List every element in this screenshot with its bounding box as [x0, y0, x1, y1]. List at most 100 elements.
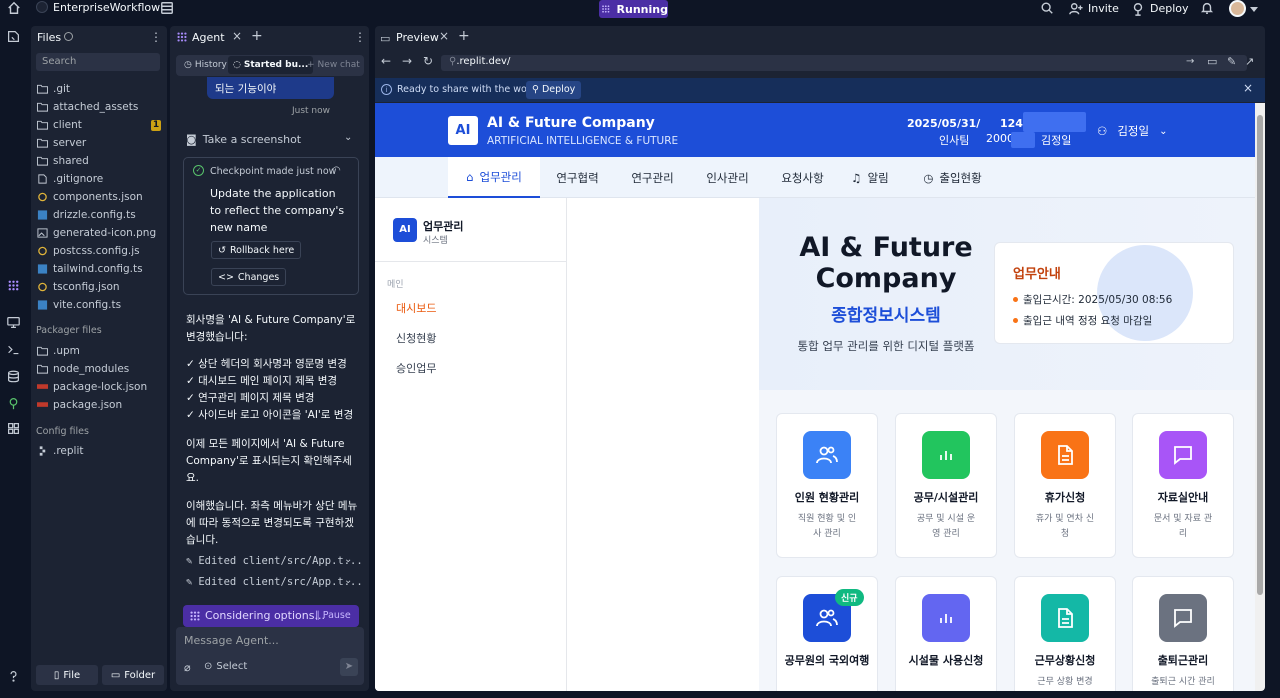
chevron-down-icon[interactable]: ⌄: [344, 132, 352, 143]
file-item[interactable]: components.json: [37, 189, 143, 205]
service-tile[interactable]: 시설물 사용신청: [895, 576, 997, 691]
current-chat-button[interactable]: ◌ Started bu...: [228, 56, 314, 74]
chevron-down-icon[interactable]: ⌄: [344, 575, 352, 586]
back-icon[interactable]: ←: [381, 54, 391, 68]
file-item[interactable]: package.json: [37, 397, 122, 413]
file-item[interactable]: tsconfig.json: [37, 279, 120, 295]
service-tile[interactable]: 공무/시설관리 공무 및 시설 운영 관리: [895, 413, 997, 558]
take-screenshot-row[interactable]: ◙ Take a screenshot: [186, 133, 301, 146]
new-file-button[interactable]: ▯ File: [36, 665, 98, 685]
folder-item[interactable]: .upm: [37, 343, 80, 359]
nav-item-research-collab[interactable]: 연구협력: [540, 157, 615, 198]
nav-item-access[interactable]: ◷ 출입현황: [915, 157, 990, 198]
file-item[interactable]: postcss.config.js: [37, 243, 140, 259]
service-tile[interactable]: 인원 현황관리 직원 현황 및 인사 관리: [776, 413, 878, 558]
folder-item[interactable]: server: [37, 135, 86, 151]
edited-file-row[interactable]: ✎ Edited client/src/App.t...: [186, 576, 363, 588]
site-logo[interactable]: AI: [448, 116, 478, 145]
bell-icon[interactable]: [1200, 1, 1214, 15]
file-name: client: [53, 119, 82, 131]
banner-deploy-button[interactable]: ⚲ Deploy: [526, 81, 582, 99]
send-icon[interactable]: ➤: [340, 658, 358, 676]
checkpoint-status-icon: ◠: [332, 165, 341, 176]
nav-item-requests[interactable]: 요청사항: [765, 157, 840, 198]
folder-item[interactable]: node_modules: [37, 361, 129, 377]
devtools-icon[interactable]: ✎: [1227, 55, 1236, 68]
history-button[interactable]: ◷ History: [179, 56, 232, 74]
agent-icon[interactable]: [7, 279, 20, 292]
file-item[interactable]: .replit: [37, 443, 84, 459]
nav-item-alerts[interactable]: ♫ 알림: [840, 157, 900, 198]
changes-button[interactable]: <> Changes: [211, 268, 287, 286]
search-icon[interactable]: [1040, 1, 1054, 15]
select-element-button[interactable]: ⊙ Select: [204, 661, 247, 672]
file-item[interactable]: package-lock.json: [37, 379, 147, 395]
forward-icon[interactable]: →: [402, 54, 412, 68]
files-search-input[interactable]: Search: [36, 53, 160, 71]
more-options-icon[interactable]: ⋮: [150, 30, 162, 44]
menu-icon[interactable]: [160, 1, 174, 15]
close-tab-icon[interactable]: ×: [439, 29, 449, 43]
preview-icon[interactable]: [7, 316, 20, 329]
home-icon[interactable]: [7, 1, 21, 15]
service-tile[interactable]: 공무원의 국외여행 신규: [776, 576, 878, 691]
deployments-icon[interactable]: [7, 397, 20, 410]
folder-item[interactable]: shared: [37, 153, 89, 169]
invite-button[interactable]: Invite: [1069, 0, 1119, 17]
folder-item[interactable]: .git: [37, 81, 70, 97]
user-menu[interactable]: ⚇ 김정일 ⌄: [1097, 123, 1167, 139]
help-icon[interactable]: [7, 670, 20, 683]
folder-item[interactable]: client: [37, 117, 82, 133]
pause-button[interactable]: ∥ Pause: [315, 610, 351, 621]
new-tab-icon[interactable]: +: [251, 28, 263, 44]
service-tile[interactable]: 자료실안내 문서 및 자료 관리: [1132, 413, 1234, 558]
files-icon[interactable]: [7, 30, 20, 43]
deploy-button[interactable]: Deploy: [1131, 0, 1189, 17]
service-tile[interactable]: 근무상황신청 근무 상황 변경: [1014, 576, 1116, 691]
devices-icon[interactable]: ▭: [1207, 55, 1217, 68]
file-item[interactable]: .gitignore: [37, 171, 103, 187]
file-item[interactable]: generated-icon.png: [37, 225, 156, 241]
close-tab-icon[interactable]: ×: [232, 29, 242, 43]
refresh-icon[interactable]: ↻: [423, 54, 433, 68]
nav-item-work[interactable]: ⌂ 업무관리: [448, 157, 540, 198]
scrollbar-thumb[interactable]: [1257, 115, 1263, 595]
database-icon[interactable]: [7, 370, 20, 383]
service-tile[interactable]: 출퇴근관리 출퇴근 시간 관리: [1132, 576, 1234, 691]
attach-icon[interactable]: ⌀: [184, 661, 191, 674]
file-item[interactable]: vite.config.ts: [37, 297, 121, 313]
new-folder-button[interactable]: ▭ Folder: [102, 665, 164, 685]
rollback-button[interactable]: ↺ Rollback here: [211, 241, 302, 259]
nav-item-hr[interactable]: 인사관리: [690, 157, 765, 198]
chevron-down-icon[interactable]: [1250, 7, 1258, 12]
file-item[interactable]: drizzle.config.ts: [37, 207, 136, 223]
edited-file-row[interactable]: ✎ Edited client/src/App.t...: [186, 555, 363, 567]
more-options-icon[interactable]: ⋮: [354, 30, 366, 44]
folder-item[interactable]: attached_assets: [37, 99, 138, 115]
file-item[interactable]: tailwind.config.ts: [37, 261, 143, 277]
service-tile[interactable]: 휴가신청 휴가 및 연차 신청: [1014, 413, 1116, 558]
sidebar-item-dashboard[interactable]: 대시보드: [396, 300, 436, 316]
avatar[interactable]: [1229, 0, 1246, 17]
url-input[interactable]: ⚲.replit.dev/: [441, 55, 1247, 71]
open-new-window-icon[interactable]: ↗: [1245, 55, 1254, 68]
tab-preview[interactable]: Preview: [396, 31, 439, 44]
go-icon[interactable]: →: [1186, 56, 1194, 67]
site-sidebar: AI 업무관리 시스템 메인 대시보드 신청현황 승인업무: [375, 198, 567, 691]
notice-title: 업무안내: [1013, 267, 1061, 282]
close-icon[interactable]: ×: [1243, 81, 1253, 95]
sidebar-item-approvals[interactable]: 승인업무: [396, 360, 436, 376]
new-tab-icon[interactable]: +: [458, 28, 470, 44]
run-status-button[interactable]: Running: [599, 0, 668, 18]
message-input[interactable]: Message Agent... ⌀ ⊙ Select ➤: [176, 627, 364, 685]
all-tools-icon[interactable]: [7, 422, 20, 435]
file-name: shared: [53, 155, 89, 167]
shell-icon[interactable]: [7, 343, 20, 356]
chevron-down-icon[interactable]: ⌄: [344, 554, 352, 565]
app-title[interactable]: EnterpriseWorkflow: [53, 1, 160, 14]
sidebar-item-applications[interactable]: 신청현황: [396, 330, 436, 346]
tab-agent[interactable]: Agent: [192, 31, 225, 44]
preview-scrollbar[interactable]: [1255, 103, 1265, 691]
nav-item-research-mgmt[interactable]: 연구관리: [615, 157, 690, 198]
new-chat-button[interactable]: + New chat: [302, 56, 365, 74]
